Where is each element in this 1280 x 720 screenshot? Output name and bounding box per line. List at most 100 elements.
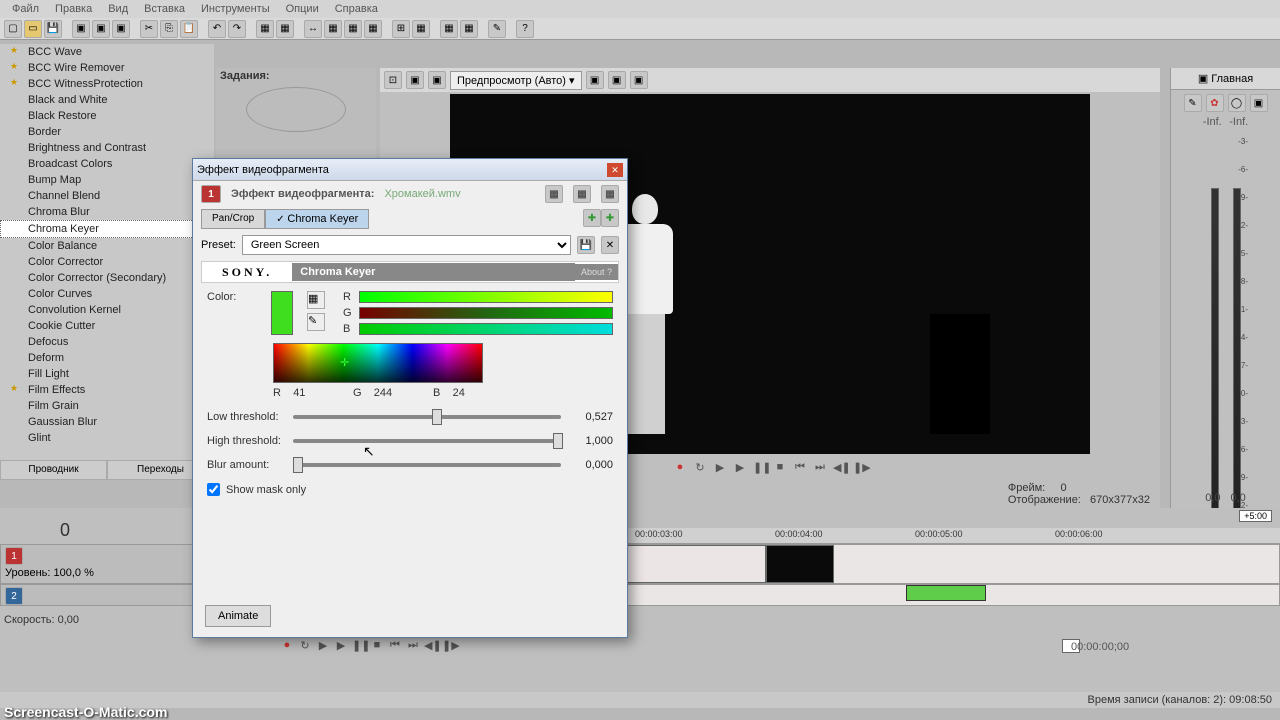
timecode-display[interactable]: 00:00:00;00 <box>1062 639 1080 653</box>
fx-list-item[interactable]: BCC Wave <box>0 44 214 60</box>
r-slider[interactable] <box>359 291 613 303</box>
animate-button[interactable]: Animate <box>205 605 271 627</box>
bus-icon[interactable]: ◯ <box>1228 94 1246 112</box>
color-spectrum[interactable]: ✛ <box>273 343 483 383</box>
menu-help[interactable]: Справка <box>328 1 385 17</box>
preset-dropdown[interactable]: Green Screen <box>242 235 571 255</box>
prev-frame-icon[interactable]: ◀❚ <box>424 639 438 653</box>
toolbar-icon[interactable]: ▦ <box>256 20 274 38</box>
loop-icon[interactable]: ↻ <box>693 461 707 475</box>
about-button[interactable]: About ? <box>575 264 618 280</box>
loop-icon[interactable]: ↻ <box>298 639 312 653</box>
blur-amount-slider[interactable] <box>293 463 561 467</box>
preview-tool-icon[interactable]: ▣ <box>608 71 626 89</box>
menu-file[interactable]: Файл <box>5 1 46 17</box>
fx-list-item[interactable]: Defocus <box>0 334 214 350</box>
fx-list-item[interactable]: Color Curves <box>0 286 214 302</box>
go-end-icon[interactable]: ⏭ <box>813 461 827 475</box>
fx-list-item[interactable]: Deform <box>0 350 214 366</box>
preview-tool-icon[interactable]: ▣ <box>428 71 446 89</box>
fx-list-item[interactable]: Brightness and Contrast <box>0 140 214 156</box>
video-clip[interactable] <box>766 545 834 583</box>
toolbar-icon[interactable]: ↔ <box>304 20 322 38</box>
menu-tools[interactable]: Инструменты <box>194 1 277 17</box>
audio-track-header[interactable]: 2 <box>0 584 215 606</box>
fx-list-item[interactable]: Convolution Kernel <box>0 302 214 318</box>
menu-edit[interactable]: Правка <box>48 1 99 17</box>
pause-icon[interactable]: ❚❚ <box>352 639 366 653</box>
new-icon[interactable]: ▢ <box>4 20 22 38</box>
fx-list-item[interactable]: Film Effects <box>0 382 214 398</box>
toolbar-icon[interactable]: ▣ <box>72 20 90 38</box>
show-mask-checkbox[interactable] <box>207 483 220 496</box>
copy-icon[interactable]: ⎘ <box>160 20 178 38</box>
preview-quality-dropdown[interactable]: Предпросмотр (Авто) ▾ <box>450 71 582 90</box>
remove-fx-icon[interactable]: ✚ <box>601 209 619 227</box>
tab-explorer[interactable]: Проводник <box>0 460 107 480</box>
toolbar-icon[interactable]: ▣ <box>92 20 110 38</box>
tab-pan-crop[interactable]: Pan/Crop <box>201 209 265 229</box>
paste-icon[interactable]: 📋 <box>180 20 198 38</box>
toolbar-icon[interactable]: ▦ <box>276 20 294 38</box>
eyedropper-icon[interactable]: ✎ <box>307 313 325 331</box>
stop-icon[interactable]: ■ <box>370 639 384 653</box>
fx-list-item[interactable]: Chroma Blur <box>0 204 214 220</box>
save-preset-icon[interactable]: 💾 <box>577 236 595 254</box>
preview-tool-icon[interactable]: ▣ <box>586 71 604 89</box>
low-threshold-slider[interactable] <box>293 415 561 419</box>
fx-chain-icon[interactable]: ▦ <box>573 185 591 203</box>
record-icon[interactable]: ● <box>673 461 687 475</box>
redo-icon[interactable]: ↷ <box>228 20 246 38</box>
fx-chain-icon[interactable]: ▦ <box>545 185 563 203</box>
save-icon[interactable]: 💾 <box>44 20 62 38</box>
prev-frame-icon[interactable]: ◀❚ <box>833 461 847 475</box>
effects-list[interactable]: BCC WaveBCC Wire RemoverBCC WitnessProte… <box>0 44 214 446</box>
record-icon[interactable]: ● <box>280 639 294 653</box>
fx-chain-icon[interactable]: ▦ <box>601 185 619 203</box>
bus-settings-icon[interactable]: ✿ <box>1206 94 1224 112</box>
add-fx-icon[interactable]: ✚ <box>583 209 601 227</box>
fx-list-item[interactable]: Color Corrector (Secondary) <box>0 270 214 286</box>
pause-icon[interactable]: ❚❚ <box>753 461 767 475</box>
go-start-icon[interactable]: ⏮ <box>388 639 402 653</box>
high-threshold-slider[interactable] <box>293 439 561 443</box>
fx-list-item[interactable]: Border <box>0 124 214 140</box>
toolbar-icon[interactable]: ▦ <box>440 20 458 38</box>
delete-preset-icon[interactable]: ✕ <box>601 236 619 254</box>
preview-tool-icon[interactable]: ▣ <box>630 71 648 89</box>
play-icon[interactable]: ▶ <box>733 461 747 475</box>
undo-icon[interactable]: ↶ <box>208 20 226 38</box>
preset-thumbnail[interactable] <box>246 87 346 132</box>
g-slider[interactable] <box>359 307 613 319</box>
menu-view[interactable]: Вид <box>101 1 135 17</box>
toolbar-icon[interactable]: ▦ <box>324 20 342 38</box>
go-end-icon[interactable]: ⏭ <box>406 639 420 653</box>
bus-icon[interactable]: ▣ <box>1250 94 1268 112</box>
video-track-header[interactable]: 1 Уровень: 100,0 % <box>0 544 215 584</box>
fx-list-item[interactable]: Black Restore <box>0 108 214 124</box>
high-threshold-value[interactable]: 1,000 <box>569 435 613 447</box>
fx-list-item[interactable]: Fill Light <box>0 366 214 382</box>
fx-list-item[interactable]: Black and White <box>0 92 214 108</box>
b-slider[interactable] <box>359 323 613 335</box>
help-icon[interactable]: ? <box>516 20 534 38</box>
bus-icon[interactable]: ✎ <box>1184 94 1202 112</box>
color-swatch[interactable] <box>271 291 293 335</box>
menu-insert[interactable]: Вставка <box>137 1 192 17</box>
blur-amount-value[interactable]: 0,000 <box>569 459 613 471</box>
play-icon[interactable]: ▶ <box>334 639 348 653</box>
audio-clip[interactable] <box>906 585 986 601</box>
next-frame-icon[interactable]: ❚▶ <box>442 639 456 653</box>
close-icon[interactable]: ✕ <box>607 163 623 177</box>
preview-tool-icon[interactable]: ⊡ <box>384 71 402 89</box>
fx-list-item[interactable]: BCC WitnessProtection <box>0 76 214 92</box>
play-start-icon[interactable]: ▶ <box>316 639 330 653</box>
dialog-titlebar[interactable]: Эффект видеофрагмента ✕ <box>193 159 627 181</box>
tab-main[interactable]: ▣ Главная <box>1171 68 1280 90</box>
toolbar-icon[interactable]: ▦ <box>460 20 478 38</box>
color-picker-icon[interactable]: ▦ <box>307 291 325 309</box>
fx-list-item[interactable]: Bump Map <box>0 172 214 188</box>
cut-icon[interactable]: ✂ <box>140 20 158 38</box>
toolbar-icon[interactable]: ✎ <box>488 20 506 38</box>
go-start-icon[interactable]: ⏮ <box>793 461 807 475</box>
